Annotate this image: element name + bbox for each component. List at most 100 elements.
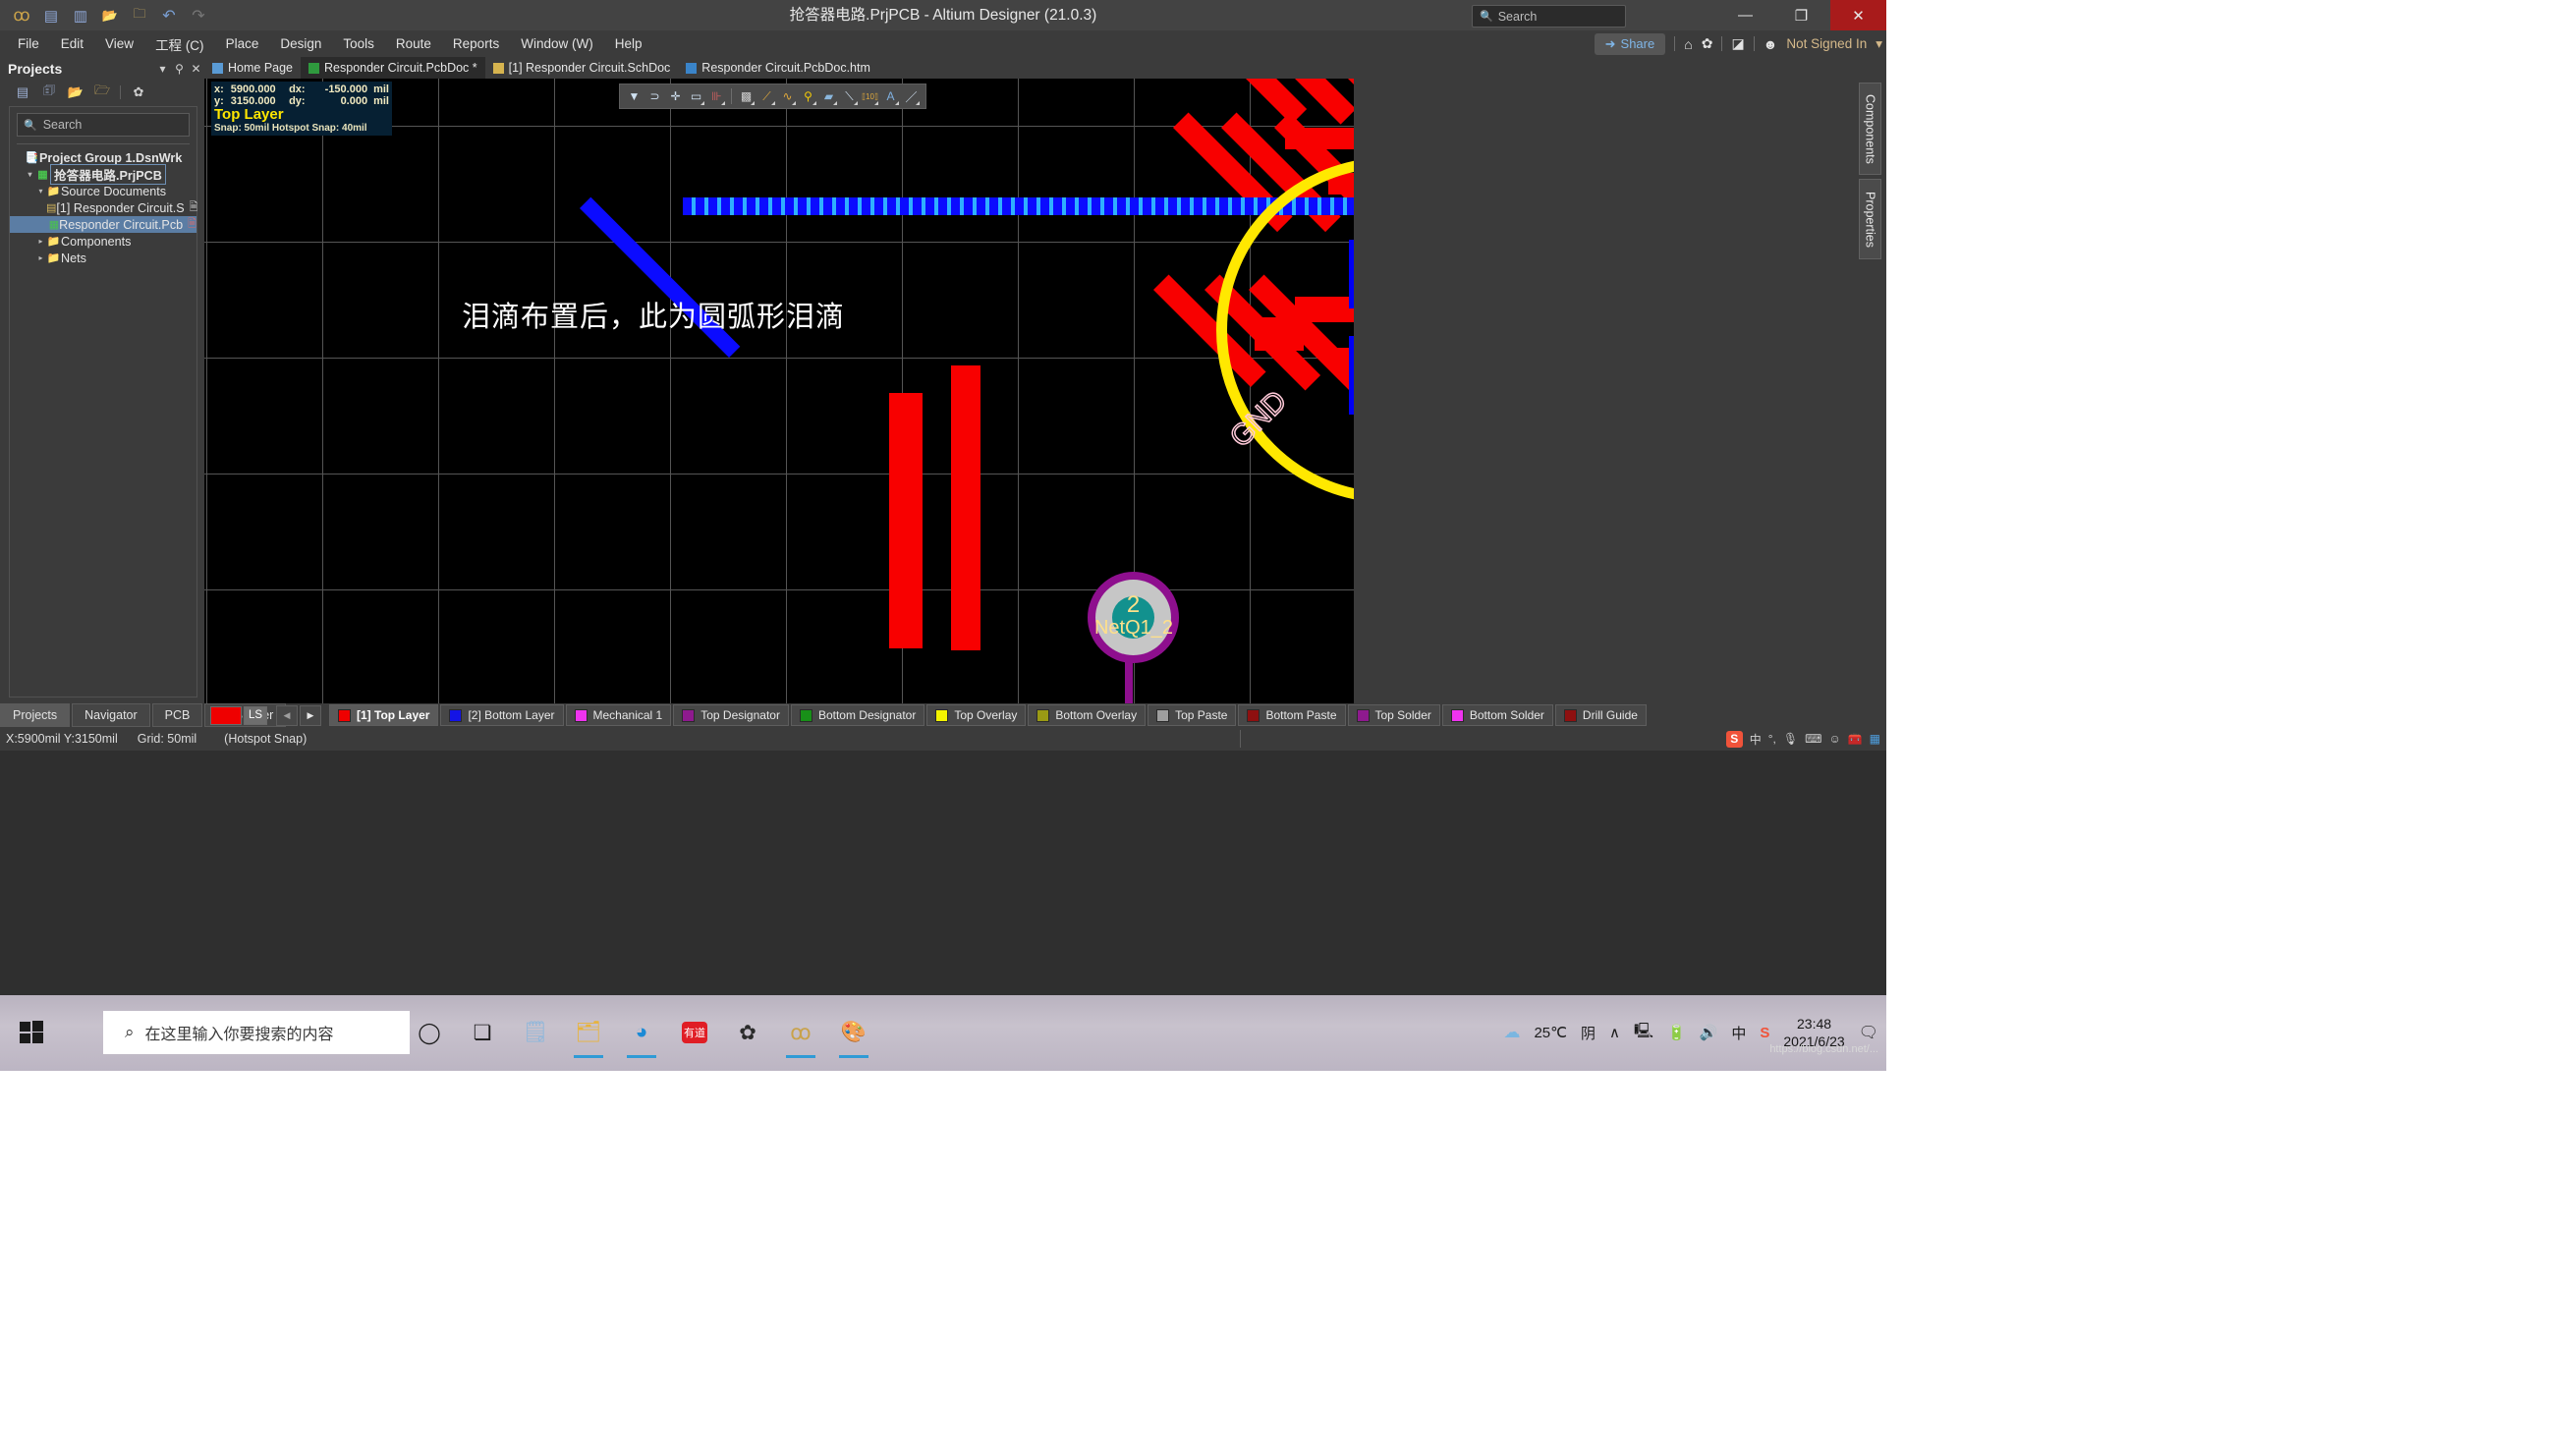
menu-design[interactable]: Design [269, 32, 332, 55]
active-layer-swatch[interactable] [210, 706, 242, 725]
menu-project[interactable]: 工程 (C) [144, 30, 215, 58]
select-area-icon[interactable]: ▭ [687, 86, 705, 106]
project-settings-icon[interactable]: ✿ [130, 84, 147, 101]
place-arc-icon[interactable]: ／ [902, 86, 921, 106]
sogou-tray-icon[interactable]: S [1760, 1025, 1769, 1041]
chevron-right-icon[interactable]: ▸ [35, 237, 46, 246]
layer-tab[interactable]: Bottom Designator [791, 704, 924, 726]
route-differential-icon[interactable]: ∿ [778, 86, 797, 106]
filter-icon[interactable]: ▼ [625, 86, 644, 106]
panel-tab-projects[interactable]: Projects [0, 703, 70, 727]
projects-search-input[interactable]: 🔍 Search [17, 113, 190, 137]
menu-route[interactable]: Route [385, 32, 442, 55]
action-center-icon[interactable]: 🗨 [1859, 1023, 1878, 1042]
weather-icon[interactable]: ☁ [1503, 1023, 1520, 1042]
show-hidden-icons-icon[interactable]: ∧ [1609, 1024, 1620, 1041]
ime-emoji-icon[interactable]: ☺ [1828, 732, 1840, 746]
file-explorer-icon[interactable]: 🗂 [572, 1016, 605, 1049]
panel-pin-icon[interactable]: ⚲ [171, 62, 188, 76]
place-dimension-icon[interactable]: ⟦10⟧ [861, 86, 879, 106]
panel-close-icon[interactable]: ✕ [188, 62, 204, 76]
sogou-ime-logo-icon[interactable]: S [1726, 731, 1743, 748]
layer-tab[interactable]: Bottom Overlay [1028, 704, 1146, 726]
gear-icon[interactable]: ✿ [1702, 35, 1713, 52]
layer-set-button[interactable]: LS [244, 706, 267, 725]
altium-designer-icon[interactable]: ꚙ [784, 1016, 817, 1049]
task-view-icon[interactable]: ❏ [466, 1016, 499, 1049]
ime-language-mode[interactable]: 中 [1750, 731, 1762, 748]
sign-in-status[interactable]: Not Signed In [1786, 36, 1867, 51]
home-icon[interactable]: ⌂ [1684, 36, 1692, 52]
maximize-button[interactable]: ❐ [1773, 0, 1829, 30]
document-tab[interactable]: [1] Responder Circuit.SchDoc [485, 57, 679, 79]
tree-item[interactable]: ▦Responder Circuit.Pcb🗎 [10, 216, 196, 233]
battery-icon[interactable]: 🔋 [1667, 1024, 1686, 1041]
place-string-icon[interactable]: A [881, 86, 900, 106]
document-tab[interactable]: Responder Circuit.PcbDoc * [301, 57, 485, 79]
place-component-icon[interactable]: ▩ [737, 86, 756, 106]
tree-item[interactable]: ▤[1] Responder Circuit.S🗎 [10, 199, 196, 216]
global-search-input[interactable]: 🔍 Search [1472, 5, 1626, 28]
cortana-icon[interactable]: ◯ [413, 1016, 446, 1049]
panel-tab-pcb[interactable]: PCB [152, 703, 203, 727]
layer-tab[interactable]: Bottom Solder [1442, 704, 1553, 726]
ime-settings-icon[interactable]: ▦ [1870, 732, 1880, 746]
tree-item[interactable]: ▸📁Nets [10, 250, 196, 266]
ime-toolbox-icon[interactable]: 🧰 [1848, 732, 1863, 746]
layer-tab[interactable]: Top Designator [673, 704, 789, 726]
layer-tab[interactable]: Top Overlay [926, 704, 1026, 726]
layer-tab[interactable]: Bottom Paste [1238, 704, 1345, 726]
settings-icon[interactable]: ✿ [731, 1016, 764, 1049]
ime-mic-icon[interactable]: 🎙 [1783, 732, 1798, 746]
chevron-right-icon[interactable]: ▸ [35, 253, 46, 262]
right-tab-properties[interactable]: Properties [1859, 179, 1881, 259]
ime-punctuation-icon[interactable]: °, [1768, 732, 1776, 746]
menu-reports[interactable]: Reports [442, 32, 510, 55]
panel-dropdown-icon[interactable]: ▾ [154, 62, 171, 76]
place-polygon-icon[interactable]: ▰ [819, 86, 838, 106]
save-project-icon[interactable]: ▤ [14, 84, 31, 101]
layer-tab[interactable]: Drill Guide [1555, 704, 1647, 726]
paint-icon[interactable]: 🎨 [837, 1016, 870, 1049]
route-track-icon[interactable]: ⟋ [757, 86, 776, 106]
cloud-icon[interactable]: ◪ [1731, 35, 1744, 52]
account-icon[interactable]: ☻ [1764, 36, 1778, 52]
volume-icon[interactable]: 🔊 [1700, 1024, 1718, 1041]
start-button[interactable] [10, 1012, 53, 1053]
chevron-down-icon[interactable]: ▾ [35, 187, 46, 195]
document-tab[interactable]: Home Page [204, 57, 301, 79]
menu-edit[interactable]: Edit [50, 32, 94, 55]
right-tab-components[interactable]: Components [1859, 83, 1881, 175]
layer-tab[interactable]: Top Solder [1348, 704, 1440, 726]
document-tab[interactable]: Responder Circuit.PcbDoc.htm [678, 57, 878, 79]
tree-item[interactable]: ▾📁Source Documents [10, 183, 196, 199]
crosshair-icon[interactable]: ✛ [666, 86, 685, 106]
snap-magnet-icon[interactable]: ⊃ [645, 86, 664, 106]
chevron-down-icon[interactable]: ▾ [1876, 36, 1882, 52]
align-icon[interactable]: ⊪ [707, 86, 726, 106]
open-folder-search-icon[interactable]: 📂 [67, 84, 84, 101]
ime-keyboard-icon[interactable]: ⌨ [1805, 732, 1821, 746]
panel-tab-navigator[interactable]: Navigator [72, 703, 150, 727]
menu-window[interactable]: Window (W) [510, 32, 604, 55]
minimize-button[interactable]: — [1717, 0, 1773, 30]
project-options-folder-icon[interactable]: 🗁 [93, 84, 111, 101]
network-icon[interactable]: 🖳 [1634, 1021, 1653, 1045]
youdao-dict-icon[interactable]: 有道 [678, 1016, 711, 1049]
taskbar-search-input[interactable]: ⌕ 在这里输入你要搜索的内容 [103, 1011, 410, 1054]
sticky-notes-icon[interactable]: 🗒 [519, 1016, 552, 1049]
pcb-canvas[interactable]: S D5 GND GND 2 NetQ1_2 x: 5900.000 dx: -… [204, 79, 1354, 703]
layer-tab[interactable]: Top Paste [1148, 704, 1236, 726]
menu-file[interactable]: File [7, 32, 50, 55]
share-button[interactable]: ➜ Share [1595, 33, 1666, 55]
layer-tab[interactable]: Mechanical 1 [566, 704, 672, 726]
chevron-down-icon[interactable]: ▾ [25, 170, 35, 179]
edge-browser-icon[interactable]: ◕ [625, 1016, 658, 1049]
layer-next-button[interactable]: ▶ [300, 705, 321, 726]
place-line-icon[interactable]: ⟍ [840, 86, 859, 106]
layer-tab[interactable]: [1] Top Layer [329, 704, 438, 726]
layer-tab[interactable]: [2] Bottom Layer [440, 704, 563, 726]
tree-item[interactable]: ▸📁Components [10, 233, 196, 250]
menu-view[interactable]: View [94, 32, 144, 55]
menu-help[interactable]: Help [604, 32, 653, 55]
